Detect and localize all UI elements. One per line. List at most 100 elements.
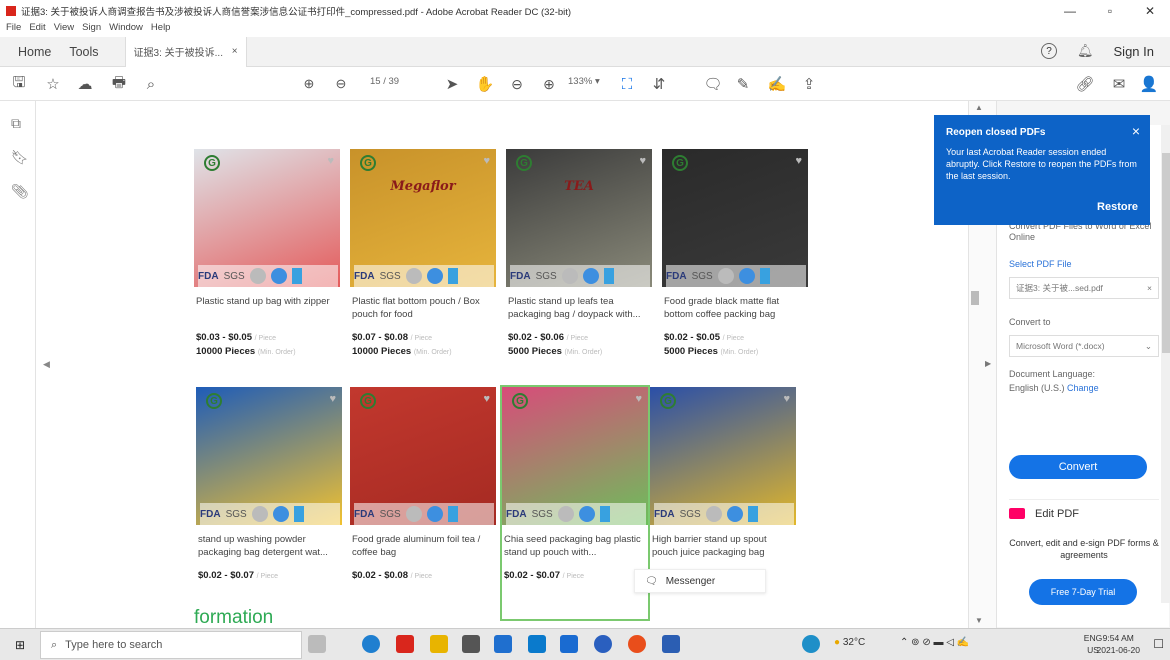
menu-help[interactable]: Help — [151, 22, 171, 36]
tab-tools[interactable]: Tools — [69, 45, 98, 59]
favorite-heart-icon[interactable]: ♥ — [639, 155, 646, 167]
product-image[interactable]: G ♥ FDA SGS — [196, 387, 342, 525]
selected-file-field[interactable]: 证据3: 关于被...sed.pdf × — [1009, 277, 1159, 299]
weather-widget[interactable]: ● 32°C — [834, 637, 865, 648]
next-page-icon[interactable]: ⊖ — [332, 74, 350, 94]
tab-home[interactable]: Home — [18, 45, 51, 59]
product-name[interactable]: stand up washing powder packaging bag de… — [198, 533, 338, 559]
product-name[interactable]: High barrier stand up spout pouch juice … — [652, 533, 792, 559]
taskbar-search[interactable]: ⌕ Type here to search — [40, 631, 302, 659]
favorite-heart-icon[interactable]: ♥ — [483, 155, 490, 167]
cloud-upload-icon[interactable]: ☁ — [76, 74, 94, 94]
acrobat-taskbar-icon[interactable] — [396, 635, 414, 653]
word-icon[interactable] — [662, 635, 680, 653]
close-tab-icon[interactable]: × — [232, 46, 238, 57]
print-icon[interactable]: 🖶 — [110, 74, 128, 94]
menu-view[interactable]: View — [54, 22, 74, 36]
share-icon[interactable]: ⇪ — [800, 74, 818, 94]
notification-icon[interactable]: ☐ — [1153, 637, 1164, 651]
app-icon[interactable] — [594, 635, 612, 653]
product-card[interactable]: G ♥ TEA FDA SGS Plastic stand up leafs tea pa… — [506, 149, 652, 381]
highlight-pen-icon[interactable]: ✎ — [734, 74, 752, 94]
convert-button[interactable]: Convert — [1009, 455, 1147, 479]
product-card[interactable]: G ♥ FDA SGS Chia seed packaging bag plastic … — [500, 385, 650, 621]
page-current[interactable]: 15 — [370, 76, 381, 87]
product-image[interactable]: G ♥ FDA SGS — [194, 149, 340, 287]
product-name[interactable]: Chia seed packaging bag plastic stand up… — [504, 533, 644, 559]
previous-page-icon[interactable]: ⊕ — [300, 74, 318, 94]
product-card[interactable]: G ♥ FDA SGS Food grade black matte flat bott… — [662, 149, 808, 381]
panel-scroll-thumb[interactable] — [1162, 153, 1170, 353]
scroll-down-icon[interactable]: ▼ — [975, 616, 983, 625]
fit-page-icon[interactable]: ⛶ — [618, 74, 636, 94]
minimize-button[interactable]: — — [1050, 0, 1090, 22]
save-icon[interactable]: 🖫 — [10, 74, 28, 94]
bell-icon[interactable]: 🔔︎ — [1077, 43, 1094, 59]
product-name[interactable]: Plastic stand up bag with zipper — [196, 295, 336, 308]
favorite-heart-icon[interactable]: ♥ — [795, 155, 802, 167]
change-language-link[interactable]: Change — [1067, 383, 1099, 393]
product-image[interactable]: G ♥ Megaflor FDA SGS — [350, 149, 496, 287]
edge-browser-icon[interactable] — [362, 635, 380, 653]
attachment-icon[interactable]: 📎︎ — [11, 183, 29, 199]
page-thumbnails-icon[interactable]: ⧉ — [11, 115, 25, 131]
panel-scrollbar[interactable] — [1161, 125, 1170, 603]
windows-start-icon[interactable]: ⊞ — [0, 629, 40, 660]
product-name[interactable]: Food grade aluminum foil tea / coffee ba… — [352, 533, 492, 559]
vscode-icon[interactable] — [528, 635, 546, 653]
bookmark-icon[interactable]: 🔖︎ — [11, 149, 29, 165]
favorite-heart-icon[interactable]: ♥ — [635, 393, 642, 405]
zoom-in-icon[interactable]: ⊕ — [540, 74, 558, 94]
favorite-heart-icon[interactable]: ♥ — [483, 393, 490, 405]
favorite-heart-icon[interactable]: ♥ — [327, 155, 334, 167]
app-tray-icon[interactable] — [802, 635, 820, 653]
product-name[interactable]: Food grade black matte flat bottom coffe… — [664, 295, 804, 321]
menu-sign[interactable]: Sign — [82, 22, 101, 36]
chrome-icon[interactable] — [628, 635, 646, 653]
maximize-button[interactable]: ▫ — [1090, 0, 1130, 22]
product-image[interactable]: G ♥ FDA SGS — [650, 387, 796, 525]
product-card[interactable]: G ♥ FDA SGS Plastic stand up bag with zipper… — [194, 149, 340, 381]
product-image[interactable]: G ♥ FDA SGS — [502, 387, 648, 525]
product-image[interactable]: G ♥ TEA FDA SGS — [506, 149, 652, 287]
mail-icon[interactable] — [560, 635, 578, 653]
email-icon[interactable]: ✉ — [1110, 74, 1128, 94]
product-name[interactable]: Plastic flat bottom pouch / Box pouch fo… — [352, 295, 492, 321]
select-cursor-icon[interactable]: ➤ — [444, 74, 460, 94]
collapse-left-panel-icon[interactable]: ◀ — [43, 359, 50, 370]
tray-icons[interactable]: ⌃ ⊚ ⊘ ▬ ◁ ✍ — [900, 637, 969, 648]
tab-document[interactable]: 证据3: 关于被投诉... × — [124, 36, 247, 67]
doc-scroll-thumb[interactable] — [971, 291, 979, 305]
scroll-up-icon[interactable]: ▲ — [975, 103, 983, 112]
messenger-widget[interactable]: 🗨 Messenger — [634, 569, 766, 593]
product-card[interactable]: G ♥ Megaflor FDA SGS Plastic flat bottom pouc… — [350, 149, 496, 381]
comment-icon[interactable]: 🗨 — [703, 74, 722, 94]
sign-icon[interactable]: ✍ — [768, 74, 787, 94]
hand-tool-icon[interactable]: ✋ — [476, 74, 495, 94]
product-name[interactable]: Plastic stand up leafs tea packaging bag… — [508, 295, 648, 321]
clock[interactable]: 9:54 AM 2021-06-20 — [1097, 632, 1140, 656]
select-pdf-label[interactable]: Select PDF File — [1009, 259, 1072, 269]
add-user-icon[interactable]: 👤 — [1140, 74, 1159, 94]
edit-pdf-tool[interactable]: Edit PDF — [1009, 499, 1159, 521]
star-icon[interactable]: ☆ — [44, 74, 62, 94]
menu-window[interactable]: Window — [109, 22, 143, 36]
popup-close-icon[interactable]: × — [1132, 123, 1140, 139]
free-trial-button[interactable]: Free 7-Day Trial — [1029, 579, 1137, 605]
file-explorer-icon[interactable] — [430, 635, 448, 653]
close-window-button[interactable]: ✕ — [1130, 0, 1170, 22]
scroll-mode-icon[interactable]: ⇵ — [650, 74, 668, 94]
expand-panel-icon[interactable]: ▶ — [985, 359, 991, 368]
help-icon[interactable]: ? — [1041, 43, 1057, 59]
clear-file-icon[interactable]: × — [1147, 283, 1152, 293]
zoom-search-icon[interactable]: ⌕ — [142, 74, 160, 94]
restore-button[interactable]: Restore — [1097, 201, 1138, 213]
dropbox-icon[interactable] — [494, 635, 512, 653]
product-image[interactable]: G ♥ FDA SGS — [350, 387, 496, 525]
sign-in-link[interactable]: Sign In — [1114, 44, 1154, 59]
task-view-icon[interactable] — [308, 635, 326, 653]
page-indicator[interactable]: 15 / 39 — [370, 76, 399, 87]
format-select[interactable]: Microsoft Word (*.docx) ⌄ — [1009, 335, 1159, 357]
favorite-heart-icon[interactable]: ♥ — [329, 393, 336, 405]
store-icon[interactable] — [462, 635, 480, 653]
